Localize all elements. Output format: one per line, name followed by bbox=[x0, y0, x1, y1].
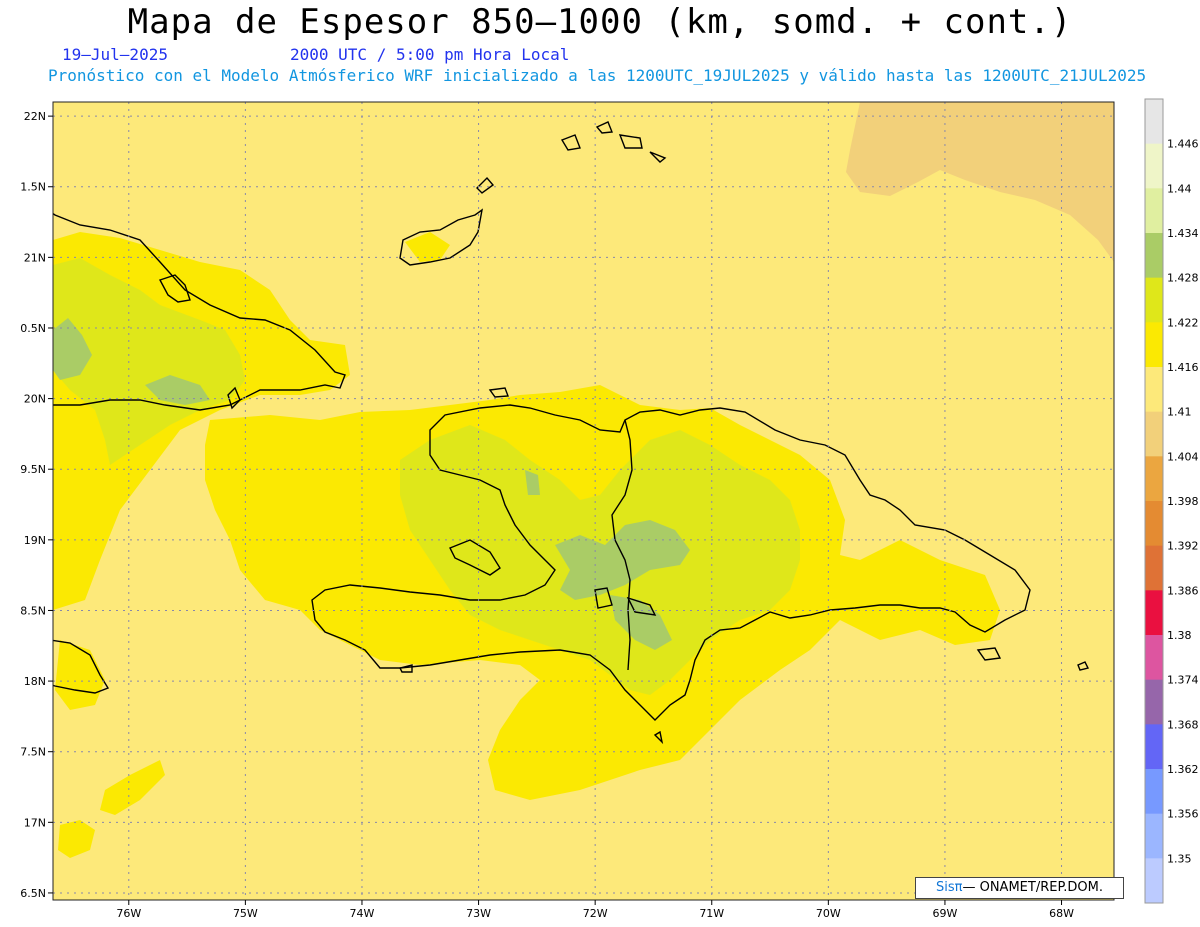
colorbar-swatch bbox=[1145, 367, 1163, 413]
lat-tick-label: 1.5N bbox=[20, 181, 46, 194]
lon-tick-label: 70W bbox=[816, 907, 841, 920]
colorbar-swatch bbox=[1145, 322, 1163, 368]
lon-axis: 76W 75W 74W 73W 72W 71W 70W 69W 68W bbox=[116, 900, 1074, 920]
lat-tick-label: 22N bbox=[24, 110, 46, 123]
colorbar-label: 1.428 bbox=[1167, 272, 1199, 285]
thickness-field bbox=[53, 102, 1114, 900]
colorbar-swatch bbox=[1145, 545, 1163, 591]
colorbar-swatch bbox=[1145, 769, 1163, 815]
colorbar-swatch bbox=[1145, 501, 1163, 547]
lat-tick-label: 8.5N bbox=[20, 604, 46, 617]
lon-tick-label: 69W bbox=[933, 907, 958, 920]
credit-sis: Sisπ bbox=[936, 880, 963, 895]
lon-tick-label: 71W bbox=[699, 907, 724, 920]
colorbar: 1.446 1.44 1.434 1.428 1.422 1.416 1.41 1.404 1.… bbox=[1144, 98, 1199, 904]
colorbar-swatch bbox=[1145, 679, 1163, 725]
colorbar-label: 1.356 bbox=[1167, 808, 1199, 821]
colorbar-label: 1.35 bbox=[1167, 852, 1192, 865]
colorbar-label: 1.386 bbox=[1167, 584, 1199, 597]
thickness-map: 22N 1.5N 21N 0.5N 20N 9.5N 19N 8.5N 18N 7.5N 17N 6.… bbox=[20, 98, 1199, 920]
credit-org: — ONAMET/REP.DOM. bbox=[962, 880, 1103, 895]
colorbar-swatch bbox=[1145, 724, 1163, 770]
lon-tick-label: 73W bbox=[466, 907, 491, 920]
colorbar-label: 1.41 bbox=[1167, 406, 1192, 419]
lat-tick-label: 9.5N bbox=[20, 463, 46, 476]
lat-tick-label: 0.5N bbox=[20, 322, 46, 335]
colorbar-label: 1.368 bbox=[1167, 718, 1199, 731]
colorbar-label: 1.374 bbox=[1167, 674, 1199, 687]
lat-tick-label: 6.5N bbox=[20, 887, 46, 900]
colorbar-label: 1.434 bbox=[1167, 227, 1199, 240]
colorbar-label: 1.404 bbox=[1167, 450, 1199, 463]
colorbar-swatch bbox=[1145, 635, 1163, 681]
lat-tick-label: 19N bbox=[24, 534, 46, 547]
colorbar-label: 1.398 bbox=[1167, 495, 1199, 508]
colorbar-label: 1.416 bbox=[1167, 361, 1199, 374]
lon-tick-label: 68W bbox=[1049, 907, 1074, 920]
colorbar-swatch bbox=[1145, 277, 1163, 323]
lat-tick-label: 17N bbox=[24, 816, 46, 829]
lat-tick-label: 21N bbox=[24, 251, 46, 264]
lon-tick-label: 75W bbox=[233, 907, 258, 920]
lat-tick-label: 7.5N bbox=[20, 746, 46, 759]
colorbar-swatch bbox=[1145, 143, 1163, 189]
colorbar-swatch bbox=[1145, 590, 1163, 636]
lat-tick-label: 18N bbox=[24, 675, 46, 688]
colorbar-swatch bbox=[1145, 411, 1163, 457]
colorbar-label: 1.446 bbox=[1167, 138, 1199, 151]
colorbar-swatch bbox=[1145, 233, 1163, 279]
colorbar-swatch bbox=[1145, 858, 1163, 904]
colorbar-swatch bbox=[1145, 813, 1163, 859]
colorbar-label: 1.422 bbox=[1167, 316, 1199, 329]
colorbar-label: 1.392 bbox=[1167, 540, 1199, 553]
lon-tick-label: 72W bbox=[583, 907, 608, 920]
lon-tick-label: 74W bbox=[350, 907, 375, 920]
colorbar-label: 1.38 bbox=[1167, 629, 1192, 642]
colorbar-swatch bbox=[1145, 456, 1163, 502]
colorbar-swatch bbox=[1145, 99, 1163, 145]
colorbar-label: 1.362 bbox=[1167, 763, 1199, 776]
lon-tick-label: 76W bbox=[116, 907, 141, 920]
colorbar-swatch bbox=[1145, 188, 1163, 234]
credit-box: Sisπ— ONAMET/REP.DOM. bbox=[915, 877, 1124, 899]
colorbar-label: 1.44 bbox=[1167, 182, 1192, 195]
lat-tick-label: 20N bbox=[24, 393, 46, 406]
